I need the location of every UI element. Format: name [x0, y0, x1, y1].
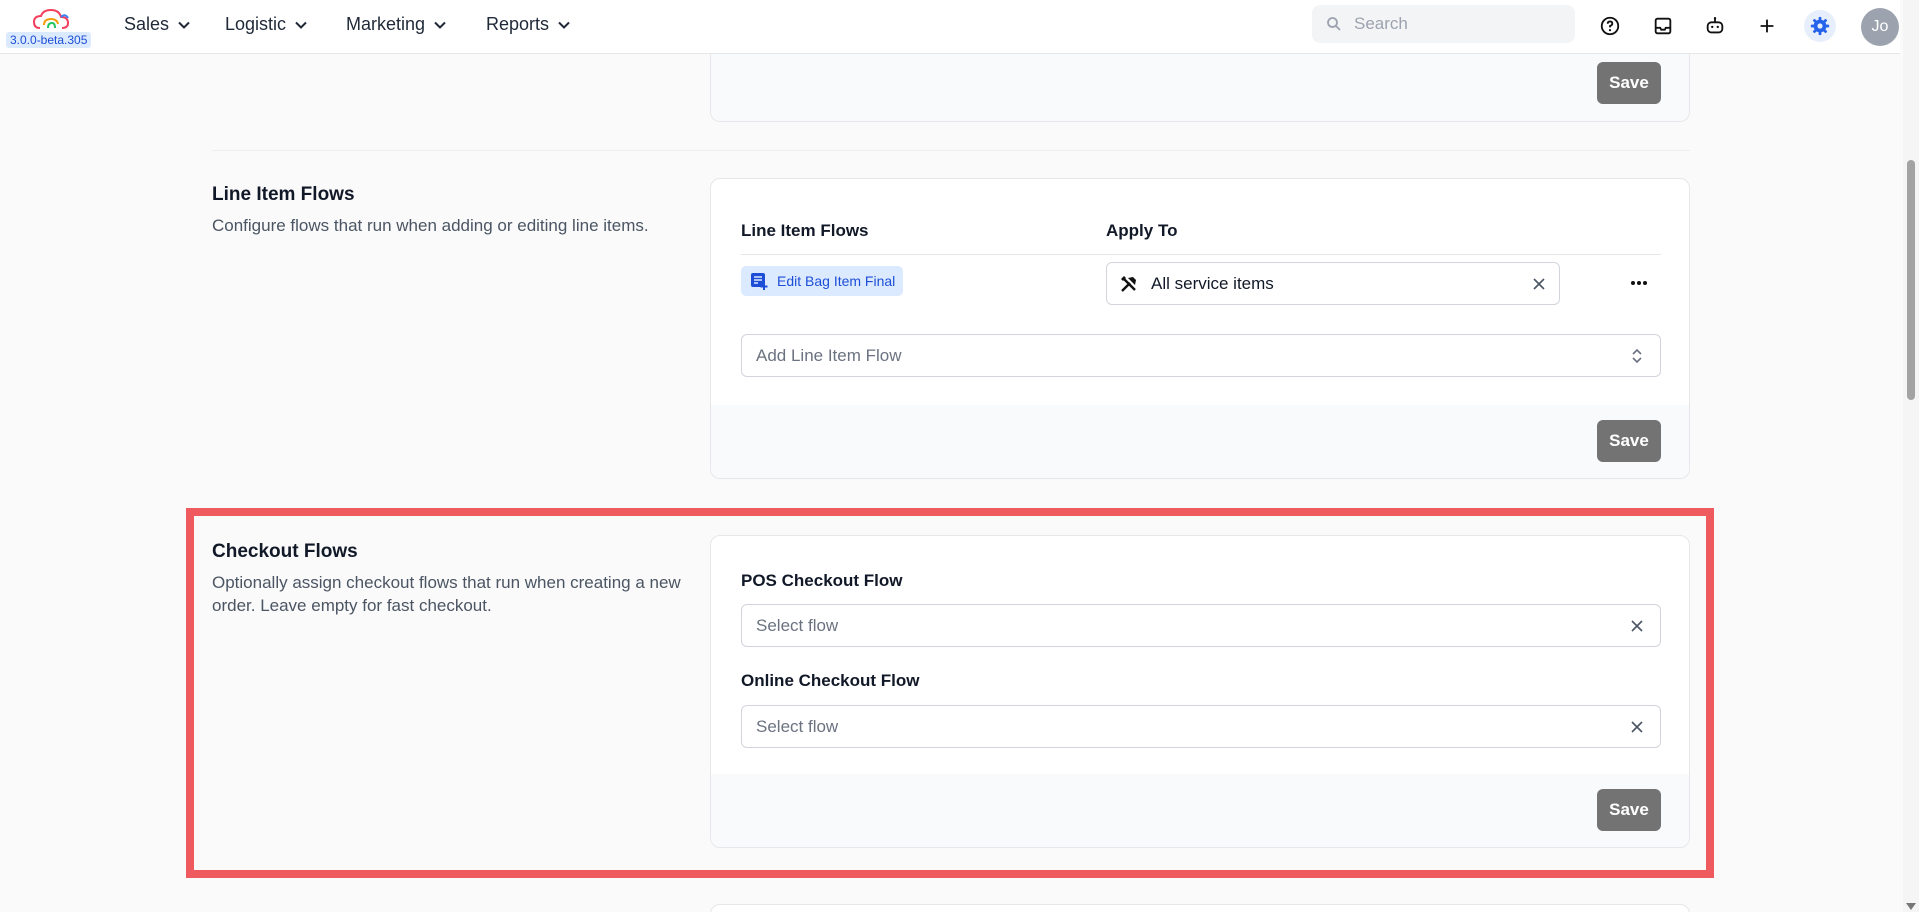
- row-more-button[interactable]: [1626, 271, 1652, 295]
- card-footer: Save: [711, 774, 1689, 847]
- add-line-item-flow-select[interactable]: Add Line Item Flow: [741, 334, 1661, 377]
- save-button[interactable]: Save: [1597, 62, 1661, 104]
- card-footer: Save: [711, 405, 1689, 478]
- add-line-item-flow-placeholder: Add Line Item Flow: [756, 345, 902, 365]
- online-checkout-flow-placeholder: Select flow: [756, 716, 839, 736]
- assistant-button[interactable]: [1699, 10, 1731, 42]
- page-scrollbar[interactable]: [1903, 0, 1919, 912]
- inbox-button[interactable]: [1647, 10, 1679, 42]
- search-icon: [1327, 17, 1341, 31]
- nav-reports[interactable]: Reports: [486, 14, 571, 35]
- help-button[interactable]: [1594, 10, 1626, 42]
- table-header-divider: [741, 254, 1661, 255]
- section-divider: [212, 150, 1690, 151]
- next-settings-card: [710, 904, 1690, 912]
- flow-chip-label: Edit Bag Item Final: [777, 273, 896, 289]
- line-item-flows-title: Line Item Flows: [212, 184, 355, 205]
- pos-checkout-flow-label: POS Checkout Flow: [741, 571, 903, 590]
- nav-sales-label: Sales: [124, 14, 170, 34]
- line-item-flows-description: Configure flows that run when adding or …: [212, 216, 649, 235]
- avatar[interactable]: Jo: [1861, 8, 1899, 46]
- tools-icon: [1121, 275, 1136, 292]
- chevron-down-icon: [558, 21, 570, 29]
- flow-chip-edit-bag-item[interactable]: Edit Bag Item Final: [741, 266, 904, 296]
- clear-icon[interactable]: [1531, 276, 1547, 292]
- scrollbar-thumb[interactable]: [1907, 160, 1915, 400]
- checkout-flows-description: Optionally assign checkout flows that ru…: [212, 573, 681, 615]
- nav-sales[interactable]: Sales: [124, 14, 191, 35]
- nav-marketing-label: Marketing: [346, 14, 426, 34]
- more-horizontal-icon: [1631, 281, 1647, 285]
- settings-button[interactable]: [1804, 10, 1836, 42]
- cloud-logo-icon[interactable]: [32, 8, 72, 32]
- checkout-flows-title: Checkout Flows: [212, 541, 358, 562]
- version-badge: 3.0.0-beta.305: [6, 32, 92, 48]
- plus-icon: [1760, 19, 1774, 33]
- chevron-down-icon: [434, 21, 446, 29]
- online-checkout-flow-select[interactable]: Select flow: [741, 705, 1661, 748]
- online-checkout-flow-label: Online Checkout Flow: [741, 671, 920, 690]
- clear-icon[interactable]: [1628, 617, 1646, 635]
- search-box[interactable]: [1312, 5, 1575, 43]
- clear-icon[interactable]: [1628, 718, 1646, 736]
- pos-checkout-flow-select[interactable]: Select flow: [741, 604, 1661, 647]
- save-button[interactable]: Save: [1597, 420, 1661, 462]
- checkout-flows-card: POS Checkout Flow Select flow Online Che…: [710, 535, 1690, 848]
- apply-to-value: All service items: [1151, 273, 1274, 293]
- pos-checkout-flow-placeholder: Select flow: [756, 615, 839, 635]
- top-nav-bar: 3.0.0-beta.305 Sales Logistic Marketing …: [0, 0, 1900, 54]
- nav-marketing[interactable]: Marketing: [346, 14, 447, 35]
- column-header-flows: Line Item Flows: [741, 221, 869, 240]
- line-item-flows-card: Line Item Flows Apply To Edit Bag Item F…: [710, 178, 1690, 479]
- nav-logistic[interactable]: Logistic: [225, 14, 308, 35]
- apply-to-select[interactable]: All service items: [1106, 262, 1560, 305]
- scroll-down-arrow-icon[interactable]: [1906, 903, 1916, 910]
- gear-icon: [1810, 16, 1830, 36]
- inbox-icon: [1654, 17, 1672, 35]
- create-button[interactable]: [1751, 10, 1783, 42]
- chevron-down-icon: [295, 21, 307, 29]
- playlist-add-icon: [751, 273, 768, 290]
- search-input[interactable]: [1354, 14, 1554, 34]
- bot-icon: [1706, 17, 1724, 34]
- nav-reports-label: Reports: [486, 14, 550, 34]
- column-header-apply-to: Apply To: [1106, 221, 1178, 240]
- nav-logistic-label: Logistic: [225, 14, 287, 34]
- chevron-up-down-icon: [1632, 348, 1642, 364]
- help-circle-icon: [1600, 16, 1620, 36]
- save-button[interactable]: Save: [1597, 789, 1661, 831]
- chevron-down-icon: [178, 21, 190, 29]
